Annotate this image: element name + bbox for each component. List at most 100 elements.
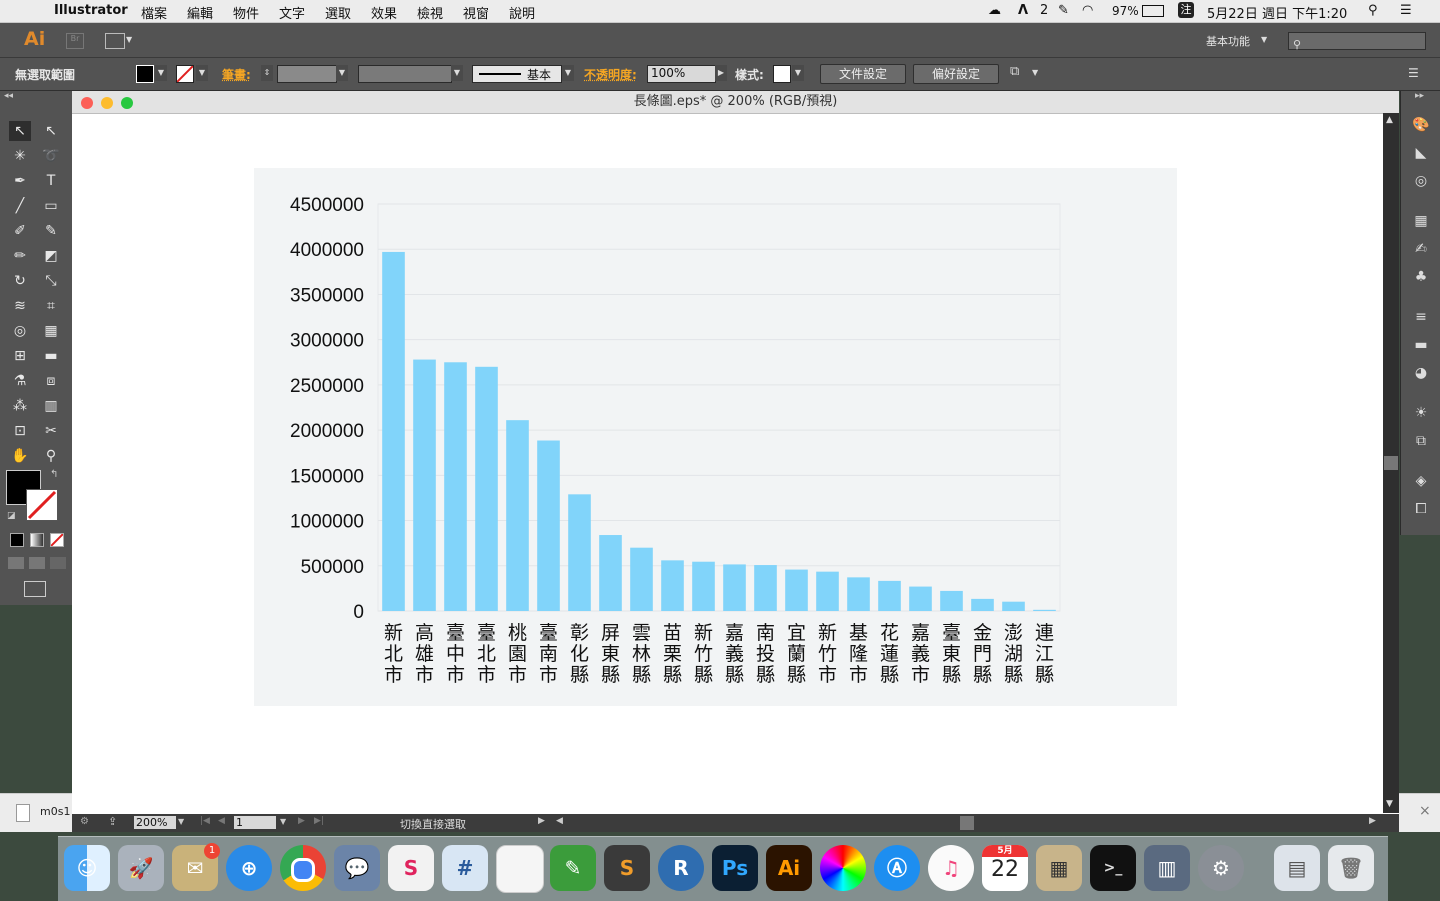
wifi-icon[interactable]: ◠ [1082,3,1093,18]
menu-window[interactable]: 視窗 [463,3,489,22]
trash-icon[interactable]: 🗑 [1328,845,1374,891]
downloads-stack-icon[interactable]: ▤ [1274,845,1320,891]
shape-builder-tool-icon[interactable]: ◎ [9,321,31,341]
collapse-panel-icon[interactable]: ◂◂ [4,91,13,101]
stroke-dropdown-icon[interactable]: ▼ [196,65,208,81]
stroke-weight-field[interactable] [277,65,337,83]
finder-icon[interactable]: ☺ [64,845,110,891]
illustrator-dock-icon[interactable]: Ai [766,845,812,891]
menu-object[interactable]: 物件 [233,3,259,22]
draw-normal-icon[interactable] [8,557,24,569]
document-icon[interactable] [496,845,544,893]
symbols-icon[interactable]: ♣ [1411,269,1431,289]
menu-help[interactable]: 說明 [509,3,535,22]
horizontal-scroll-thumb[interactable] [960,816,974,830]
rectangle-tool-icon[interactable]: ▭ [40,196,62,216]
none-mode-button[interactable] [50,533,64,547]
stroke-swatch[interactable] [176,65,194,83]
workspace-chevron-icon[interactable]: ▼ [1261,35,1267,44]
input-method-icon[interactable]: 注 [1178,2,1194,18]
zoom-dropdown-icon[interactable]: ▼ [178,817,184,826]
r-language-icon[interactable]: R [658,845,704,891]
close-window-button[interactable] [81,97,93,109]
column-graph-tool-icon[interactable]: ▥ [40,396,62,416]
menu-edit[interactable]: 編輯 [187,3,213,22]
bridge-icon[interactable]: Br [66,33,84,49]
brushes-icon[interactable]: ✍ [1411,241,1431,261]
calendar-icon[interactable]: 5月 22 [982,845,1028,891]
draw-behind-icon[interactable] [29,557,45,569]
chevron-down-icon[interactable]: ▼ [126,35,132,44]
arrange-documents-icon[interactable] [105,33,125,49]
line-tool-icon[interactable]: ╱ [9,196,31,216]
zoom-level-field[interactable]: 200% [134,816,176,829]
menu-file[interactable]: 檔案 [141,3,167,22]
swatches-icon[interactable]: ▦ [1411,213,1431,233]
slice-tool-icon[interactable]: ✂ [40,421,62,441]
variable-width-profile[interactable] [358,65,452,83]
calculator-icon[interactable]: ▦ [1036,845,1082,891]
document-setup-button[interactable]: 文件設定 [820,64,906,84]
sublime-text-icon[interactable]: S [604,845,650,891]
artboard-dropdown-icon[interactable]: ▼ [280,817,286,826]
menu-select[interactable]: 選取 [325,3,351,22]
default-fill-stroke-icon[interactable]: ◪ [7,511,16,521]
scale-tool-icon[interactable]: ⤡ [40,271,62,291]
status-menu-icon[interactable]: ▶ [538,816,545,826]
stroke-weight-stepper[interactable]: ⇕ [261,65,273,81]
gradient-panel-icon[interactable]: ▬ [1411,337,1431,357]
color-picker-icon[interactable] [820,845,866,891]
graphic-styles-icon[interactable]: ⧉ [1411,433,1431,453]
swap-fill-stroke-icon[interactable]: ↰ [50,469,58,480]
hashtag-app-icon[interactable]: # [442,845,488,891]
paintbrush-tool-icon[interactable]: ✐ [9,221,31,241]
magic-wand-tool-icon[interactable]: ✳ [9,146,31,166]
app-store-icon[interactable]: Ⓐ [874,845,920,891]
direct-selection-tool-icon[interactable]: ↖ [40,121,62,141]
opacity-arrow-icon[interactable]: ▶ [715,65,727,81]
rotate-tool-icon[interactable]: ↻ [9,271,31,291]
next-artboard-icon[interactable]: ▶ [298,816,305,826]
mission-control-icon[interactable]: ▥ [1144,845,1190,891]
slack-icon[interactable]: S [388,845,434,891]
artboards-panel-icon[interactable]: ⧠ [1411,501,1431,521]
notification-center-icon[interactable]: ☰ [1400,3,1412,18]
transparency-panel-icon[interactable]: ◕ [1411,365,1431,385]
zoom-window-button[interactable] [121,97,133,109]
opacity-field[interactable]: 100% [647,65,716,83]
width-tool-icon[interactable]: ≋ [9,296,31,316]
stroke-panel-icon[interactable]: ≡ [1411,309,1431,329]
mesh-tool-icon[interactable]: ⊞ [9,346,31,366]
type-tool-icon[interactable]: T [40,171,62,191]
layers-panel-icon[interactable]: ◈ [1411,473,1431,493]
cc-libraries-icon[interactable]: ◎ [1411,173,1431,193]
adobe-icon[interactable]: Λ [1018,3,1028,18]
color-mode-button[interactable] [10,533,24,547]
perspective-grid-tool-icon[interactable]: ▦ [40,321,62,341]
system-preferences-icon[interactable]: ⚙ [1198,845,1244,891]
share-icon[interactable]: ⇪ [108,815,117,828]
artboard-tool-icon[interactable]: ⊡ [9,421,31,441]
close-icon[interactable]: × [1419,803,1431,819]
stroke-color-box[interactable] [26,489,58,521]
evernote-icon[interactable]: ✎ [1058,3,1069,18]
scroll-right-icon[interactable]: ▶ [1369,816,1376,826]
brush-definition[interactable]: 基本 [472,65,562,83]
eraser-tool-icon[interactable]: ◩ [40,246,62,266]
draw-inside-icon[interactable] [50,557,66,569]
messages-icon[interactable]: 💬 [334,845,380,891]
arrange-chevron-icon[interactable]: ▼ [1032,68,1038,77]
evernote-icon[interactable]: ✎ [550,845,596,891]
scroll-thumb[interactable] [1384,456,1398,470]
menu-view[interactable]: 檢視 [417,3,443,22]
preferences-button[interactable]: 偏好設定 [913,64,999,84]
gradient-mode-button[interactable] [30,533,44,547]
itunes-icon[interactable]: ♫ [928,845,974,891]
workspace-switcher[interactable]: 基本功能 [1206,33,1250,49]
free-transform-tool-icon[interactable]: ⌗ [40,296,62,316]
stroke-label[interactable]: 筆畫: [222,66,251,83]
blend-tool-icon[interactable]: ⧈ [40,371,62,391]
arrange-icon[interactable]: ⧉ [1010,64,1019,79]
scroll-left-icon[interactable]: ◀ [556,816,563,826]
shaper-tool-icon[interactable]: ✏ [9,246,31,266]
